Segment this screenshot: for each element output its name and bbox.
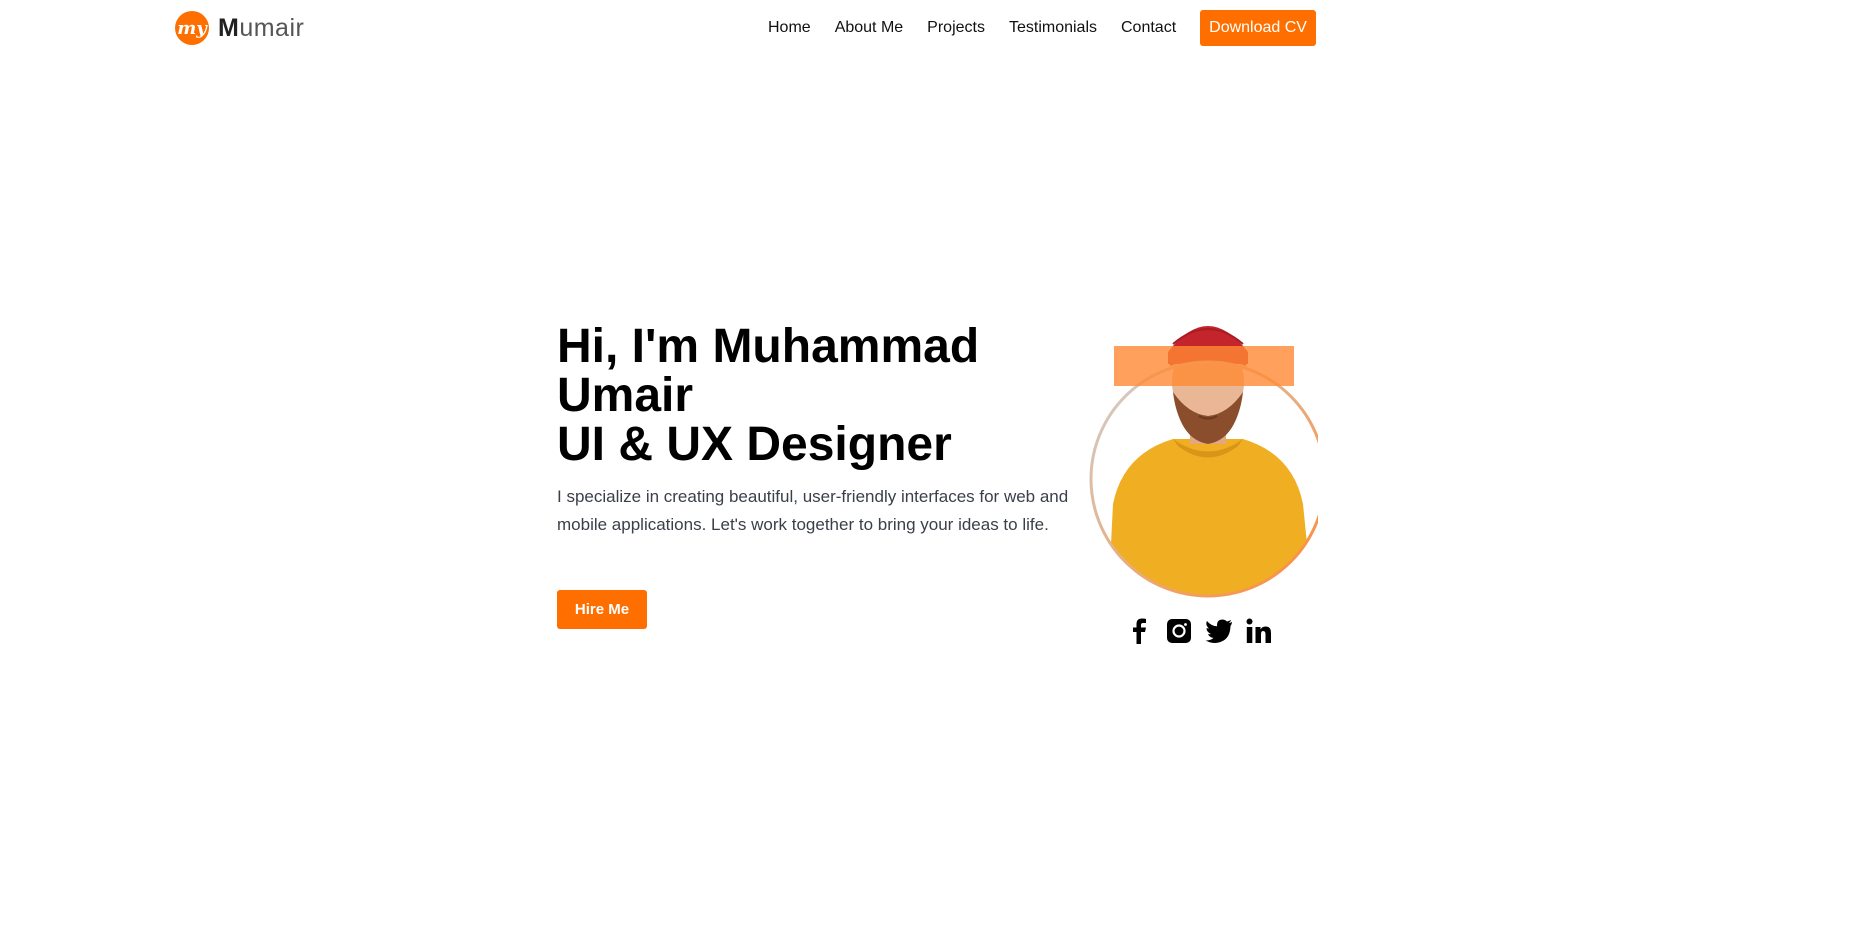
hero-title-line1: Hi, I'm Muhammad: [557, 320, 980, 373]
hero-description: I specialize in creating beautiful, user…: [557, 487, 1069, 534]
hero-title-line3: UI & UX Designer: [557, 418, 952, 471]
portrait: [1078, 304, 1327, 604]
download-cv-button[interactable]: Download CV: [1200, 10, 1316, 46]
nav-testimonials[interactable]: Testimonials: [1009, 19, 1097, 37]
brand-name-bold: M: [218, 13, 240, 42]
logo-initials: my: [177, 17, 207, 39]
twitter-icon[interactable]: [1205, 617, 1233, 645]
nav-home[interactable]: Home: [768, 19, 811, 37]
hire-me-button[interactable]: Hire Me: [557, 590, 647, 629]
nav-projects[interactable]: Projects: [927, 19, 985, 37]
logo-mark-icon: my: [175, 11, 209, 45]
nav-contact[interactable]: Contact: [1121, 19, 1176, 37]
hero-title-line2: Umair: [557, 369, 694, 422]
main-nav: Home About Me Projects Testimonials Cont…: [768, 10, 1316, 46]
portrait-illustration: [1089, 326, 1327, 598]
social-links: [1125, 617, 1285, 645]
logo[interactable]: my Mumair: [175, 11, 304, 45]
nav-about-me[interactable]: About Me: [835, 19, 903, 37]
brand-name-rest: umair: [239, 13, 305, 42]
instagram-icon[interactable]: [1165, 617, 1193, 645]
linkedin-icon[interactable]: [1245, 617, 1273, 645]
hero-title: Hi, I'm Muhammad Umair UI & UX Designer: [557, 322, 979, 469]
brand-name: Mumair: [218, 14, 304, 43]
facebook-icon[interactable]: [1125, 617, 1153, 645]
